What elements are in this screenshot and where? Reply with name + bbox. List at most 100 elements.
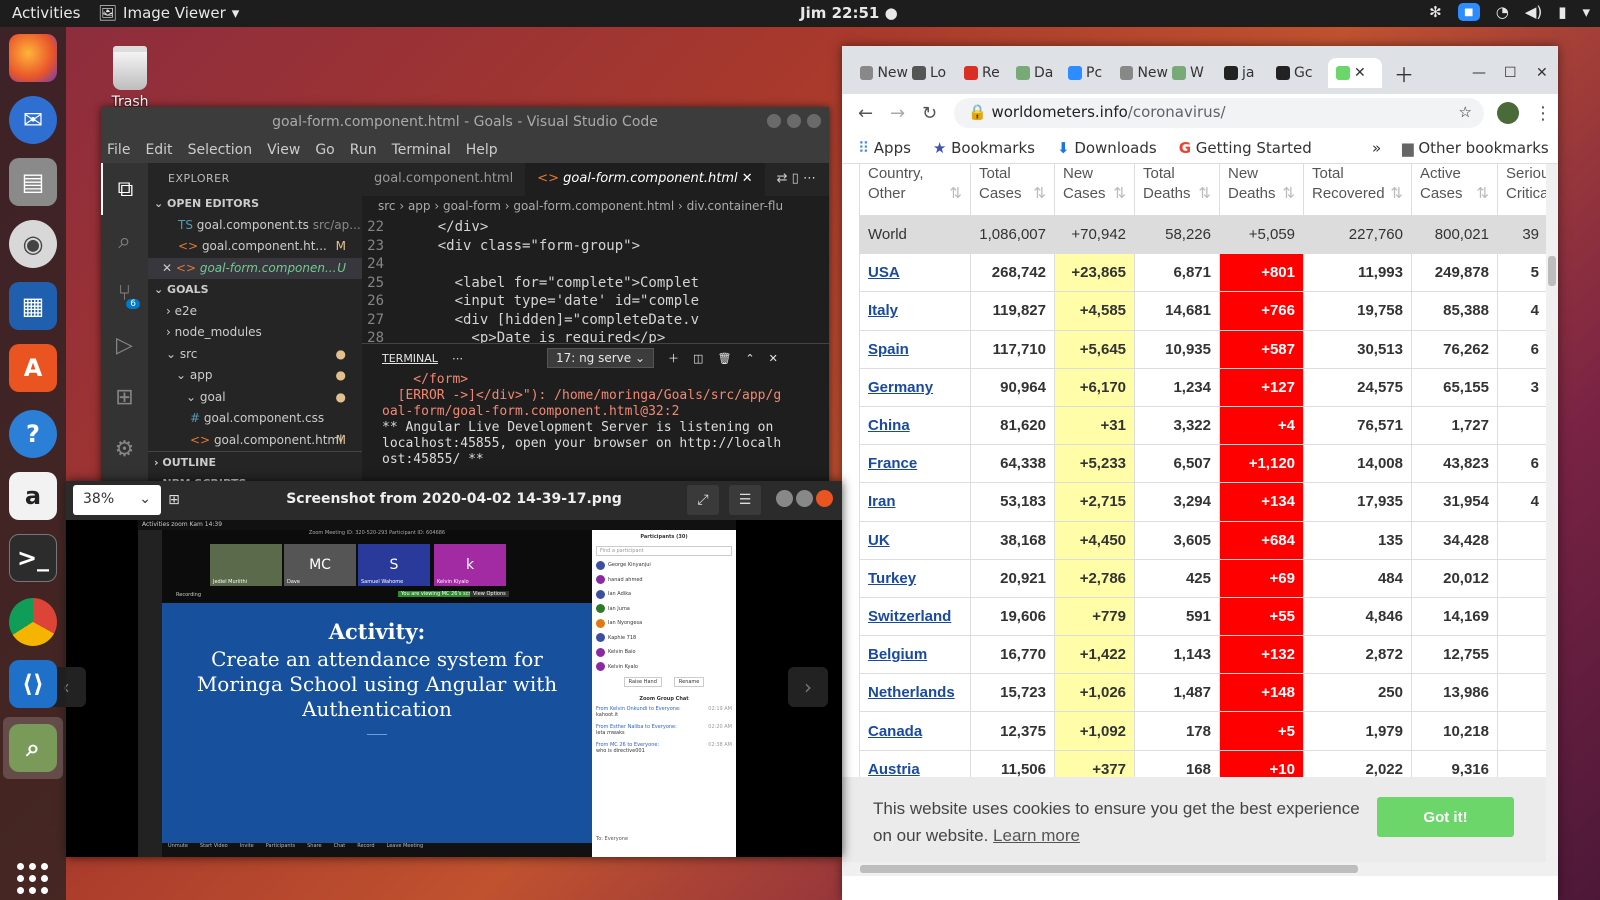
extensions-icon[interactable]: ⊞ — [101, 371, 148, 423]
image-viewer-header[interactable]: 38% ⌄ ⊞ Screenshot from 2020-04-02 14-39-… — [66, 481, 842, 520]
minimize-icon[interactable] — [767, 114, 781, 128]
tab-goal-form-component-html[interactable]: <> goal-form.component.html ✕ — [525, 163, 765, 196]
settings-gear-icon[interactable]: ⚙ — [101, 423, 148, 475]
menu-selection[interactable]: Selection — [188, 142, 253, 158]
menu-run[interactable]: Run — [350, 142, 377, 158]
volume-icon[interactable]: ◀) — [1525, 3, 1542, 21]
terminal-icon[interactable]: >_ — [9, 534, 57, 582]
chrome-icon[interactable] — [9, 598, 57, 646]
menu-go[interactable]: Go — [315, 142, 334, 158]
close-icon[interactable] — [816, 490, 833, 507]
tree-folder-node-modules[interactable]: › node_modules — [148, 322, 362, 344]
sort-icon[interactable]: ⇅ — [1390, 184, 1403, 204]
maximize-icon[interactable] — [796, 490, 813, 507]
forward-icon[interactable]: → — [890, 103, 905, 124]
tab-goal-component-html[interactable]: goal.component.html — [362, 163, 525, 196]
country-link[interactable]: UK — [859, 520, 971, 560]
kill-terminal-icon[interactable]: 🗑 — [717, 352, 731, 365]
close-icon[interactable] — [807, 114, 821, 128]
sort-icon[interactable]: ⇅ — [1476, 184, 1489, 204]
menu-help[interactable]: Help — [466, 142, 498, 158]
column-header[interactable]: Total Cases ⇅ — [970, 164, 1055, 216]
browser-tab[interactable]: Re — [964, 58, 1012, 88]
tree-folder-src[interactable]: ⌄ src ● — [148, 344, 362, 366]
country-link[interactable]: Germany — [859, 367, 971, 407]
battery-icon[interactable]: ▮ — [1558, 3, 1566, 21]
learn-more-link[interactable]: Learn more — [993, 826, 1080, 845]
power-menu-icon[interactable]: ▾ — [1582, 3, 1590, 21]
address-bar[interactable]: 🔒 worldometers.info/coronavirus/ ☆ — [954, 98, 1484, 128]
bookmark-downloads[interactable]: ⬇ Downloads — [1057, 139, 1157, 157]
app-menu[interactable]: 🖼 Image Viewer ▾ — [98, 4, 239, 22]
image-viewer-dock-icon[interactable]: ⌕ — [9, 724, 57, 772]
bookmark-star-icon[interactable]: ☆ — [1459, 103, 1472, 121]
open-editor-item[interactable]: <> goal.component.ht... M — [148, 236, 362, 258]
minimize-icon[interactable] — [776, 490, 793, 507]
more-bookmarks-icon[interactable]: » — [1372, 139, 1381, 157]
tree-folder-e2e[interactable]: › e2e — [148, 301, 362, 323]
back-icon[interactable]: ← — [858, 103, 873, 124]
column-header[interactable]: Seriou Critica — [1497, 164, 1549, 216]
country-link[interactable]: Spain — [859, 329, 971, 369]
column-header[interactable]: Country, Other ⇅ — [859, 164, 971, 216]
firefox-icon[interactable] — [9, 34, 57, 82]
close-icon[interactable]: ✕ — [742, 171, 753, 186]
country-link[interactable]: Canada — [859, 711, 971, 751]
browser-tab[interactable]: ja — [1224, 58, 1272, 88]
breadcrumb[interactable]: src › app › goal-form › goal-form.compon… — [362, 196, 829, 218]
vertical-scrollbar[interactable] — [1546, 164, 1558, 876]
bookmark-bookmarks[interactable]: ★ Bookmarks — [933, 139, 1035, 157]
close-panel-icon[interactable]: ✕ — [769, 352, 778, 365]
browser-tab[interactable]: New — [860, 58, 908, 88]
country-link[interactable]: Netherlands — [859, 673, 971, 713]
menu-file[interactable]: File — [107, 142, 130, 158]
hamburger-menu-icon[interactable]: ☰ — [729, 485, 761, 515]
sort-icon[interactable]: ⇅ — [1198, 184, 1211, 204]
menu-terminal[interactable]: Terminal — [392, 142, 451, 158]
country-link[interactable]: Turkey — [859, 558, 971, 598]
maximize-icon[interactable]: ☐ — [1504, 58, 1517, 88]
maximize-icon[interactable] — [787, 114, 801, 128]
scroll-thumb[interactable] — [860, 865, 1358, 873]
country-link[interactable]: USA — [859, 253, 971, 293]
fullscreen-icon[interactable]: ⤢ — [687, 485, 719, 515]
open-editor-item-active[interactable]: ✕ <> goal-form.componen... U — [148, 257, 362, 279]
new-terminal-icon[interactable]: ＋ — [668, 350, 679, 366]
tab-worldometers-active[interactable]: ✕ — [1328, 58, 1382, 88]
close-icon[interactable]: ✕ — [1354, 65, 1366, 81]
files-icon[interactable]: ▤ — [9, 158, 57, 206]
menu-edit[interactable]: Edit — [145, 142, 172, 158]
tree-file[interactable]: # goal.component.css — [148, 408, 362, 430]
more-actions-icon[interactable]: ⋯ — [452, 352, 463, 365]
wifi-icon[interactable]: ◔ — [1496, 3, 1509, 21]
profile-avatar[interactable] — [1497, 102, 1519, 124]
column-header[interactable]: Active Cases ⇅ — [1411, 164, 1498, 216]
tree-file[interactable]: <> goal.component.html M — [148, 430, 362, 452]
show-applications-icon[interactable] — [17, 863, 49, 895]
close-icon[interactable]: ✕ — [162, 261, 172, 275]
browser-tab[interactable]: Gc — [1276, 58, 1324, 88]
split-editor-icon[interactable]: ⇄ ▯ ⋯ — [765, 163, 828, 196]
cookie-accept-button[interactable]: Got it! — [1377, 797, 1514, 837]
outline-section[interactable]: › OUTLINE — [148, 451, 362, 473]
slack-icon[interactable]: ✻ — [1429, 3, 1442, 21]
sort-icon[interactable]: ⇅ — [1033, 184, 1046, 204]
bookmark-getting-started[interactable]: G Getting Started — [1179, 139, 1312, 157]
vscode-titlebar[interactable]: goal-form.component.html - Goals - Visua… — [101, 107, 829, 136]
close-window-icon[interactable]: ✕ — [1536, 58, 1548, 88]
rhythmbox-icon[interactable]: ◉ — [9, 220, 57, 268]
open-editors-section[interactable]: ⌄ OPEN EDITORS — [148, 193, 362, 215]
vscode-icon[interactable]: ⟨⟩ — [9, 660, 57, 708]
horizontal-scrollbar[interactable] — [842, 862, 1546, 876]
trash-desktop-icon[interactable]: Trash — [104, 46, 156, 110]
split-terminal-icon[interactable]: ◫ — [693, 352, 703, 365]
column-header[interactable]: New Deaths ⇅ — [1219, 164, 1304, 216]
terminal-tab[interactable]: TERMINAL — [382, 352, 438, 365]
source-control-icon[interactable]: ⑂ 6 — [101, 267, 148, 319]
help-icon[interactable]: ? — [9, 410, 57, 458]
zoom-tray-icon[interactable]: ■ — [1457, 3, 1480, 21]
chrome-menu-icon[interactable]: ⋮ — [1534, 103, 1552, 124]
sort-icon[interactable]: ⇅ — [1113, 184, 1126, 204]
country-link[interactable]: Italy — [859, 291, 971, 331]
system-tray[interactable]: ✻ ■ ◔ ◀) ▮ ▾ — [1429, 3, 1590, 21]
